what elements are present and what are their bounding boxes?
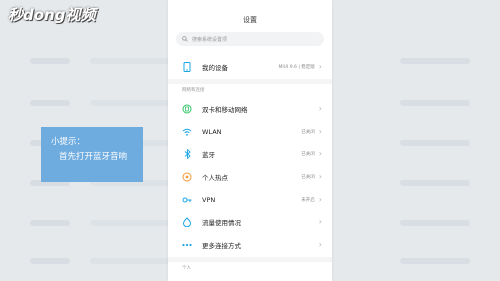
wifi-icon [182,127,192,137]
section-header-network: 网络和连接 [182,87,205,93]
item-label: 个人热点 [202,174,228,183]
item-label: 更多连接方式 [202,242,241,251]
more-connections-icon [182,240,192,250]
tip-heading: 小提示： [51,137,86,147]
video-watermark-logo: 秒dong视频 [8,6,96,24]
item-label: VPN [202,195,216,204]
settings-item-data-usage[interactable]: 流量使用情况 › [168,211,332,234]
chevron-right-icon: › [318,172,322,182]
sim-icon [182,104,192,114]
settings-screen: 设置 搜索系统设置项 我的设备 MIUI 9.6 | 稳定版 › 网络和连接 双… [168,0,332,281]
settings-item-bluetooth[interactable]: 蓝牙 已关闭 › [168,143,332,166]
settings-item-sim[interactable]: 双卡和移动网络 › [168,98,332,121]
chevron-right-icon: › [318,104,322,114]
chevron-right-icon: › [318,126,322,136]
settings-item-wlan[interactable]: WLAN 已关闭 › [168,120,332,143]
tip-box: 小提示： 首先打开蓝牙音响 [41,127,143,182]
item-label: 双卡和移动网络 [202,106,248,115]
search-input[interactable]: 搜索系统设置项 [176,32,324,46]
chevron-right-icon: › [318,240,322,250]
item-value: 已关闭 [301,175,315,181]
item-value: 未开启 [301,197,315,203]
phone-icon [182,62,192,73]
settings-item-more-connections[interactable]: 更多连接方式 › [168,234,332,257]
search-icon [182,36,188,42]
bluetooth-icon [182,149,192,160]
item-label: 我的设备 [202,64,228,73]
chevron-right-icon: › [318,62,322,72]
settings-item-vpn[interactable]: VPN 未开启 › [168,188,332,211]
page-title: 设置 [243,16,257,24]
chevron-right-icon: › [318,194,322,204]
chevron-right-icon: › [318,149,322,159]
item-label: WLAN [202,127,222,136]
hotspot-icon [182,172,192,182]
item-label: 蓝牙 [202,151,215,160]
search-placeholder: 搜索系统设置项 [192,36,228,43]
chevron-right-icon: › [318,217,322,227]
vpn-icon [182,195,192,205]
item-value: 已关闭 [301,129,315,135]
tip-text: 首先打开蓝牙音响 [59,152,128,162]
settings-item-my-device[interactable]: 我的设备 MIUI 9.6 | 稳定版 › [168,56,332,79]
item-value: MIUI 9.6 | 稳定版 [278,65,315,71]
section-header-personal: 个人 [182,265,191,271]
data-usage-icon [182,217,192,228]
settings-item-hotspot[interactable]: 个人热点 已关闭 › [168,166,332,189]
item-label: 流量使用情况 [202,219,241,228]
item-value: 已关闭 [301,152,315,158]
status-bar [168,0,332,10]
